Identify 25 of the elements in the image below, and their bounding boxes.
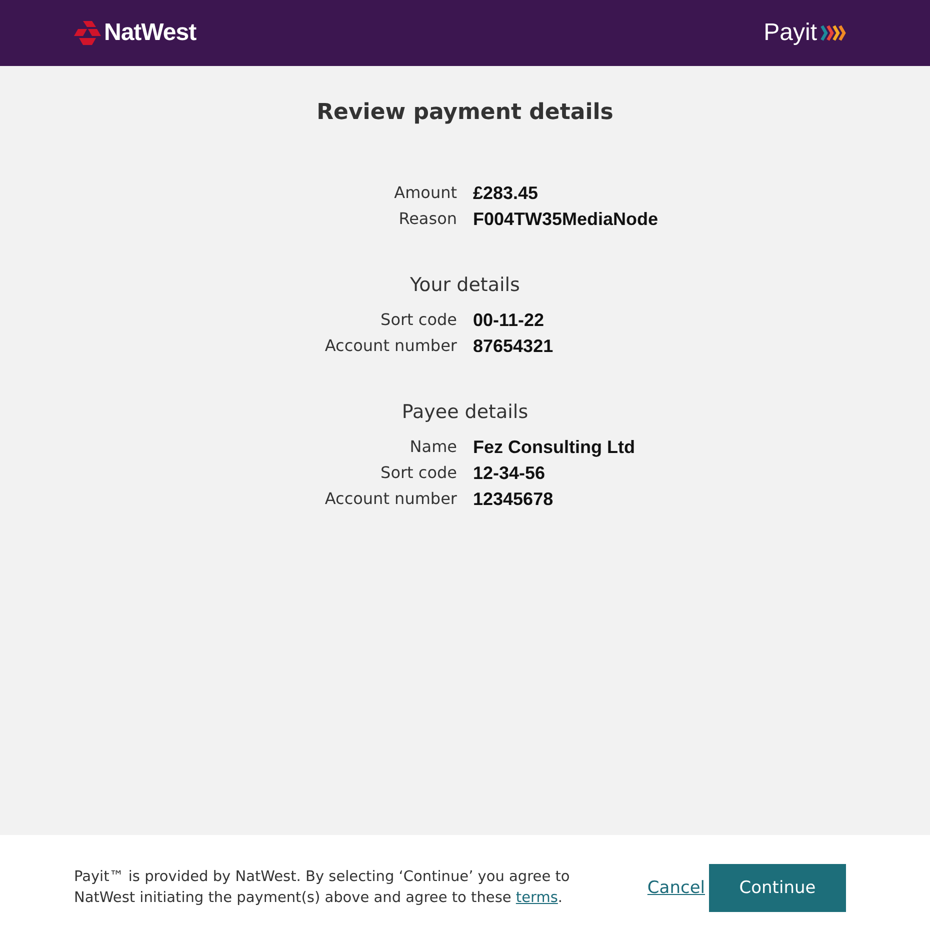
chevrons-icon [820, 24, 846, 42]
section-heading: Payee details [400, 401, 530, 423]
field-label: Name [408, 437, 457, 458]
field-value: F004TW35MediaNode [473, 209, 660, 230]
field-label: Sort code [380, 463, 457, 484]
section-heading: Your details [409, 274, 521, 296]
field-label: Amount [393, 183, 457, 204]
field-value: 87654321 [473, 336, 554, 357]
service-name: Payit [764, 19, 817, 47]
terms-link[interactable]: terms [516, 890, 558, 906]
cancel-link[interactable]: Cancel [647, 878, 705, 898]
page-title: Review payment details [316, 100, 614, 125]
field-value: 12-34-56 [473, 463, 546, 484]
field-value: 00-11-22 [473, 310, 546, 331]
continue-button[interactable]: Continue [709, 864, 846, 912]
field-label: Account number [324, 489, 457, 510]
field-label: Sort code [380, 310, 457, 331]
bank-name: NatWest [104, 19, 196, 47]
logo-icon [74, 21, 101, 45]
notice-text: Payit™ is provided by NatWest. By selecting ‘Continue’ you agree to NatWest initiating the payment(s) above and agree to these terms. [74, 868, 571, 908]
field-value: Fez Consulting Ltd [473, 437, 636, 458]
field-value: 12345678 [473, 489, 554, 510]
field-label: Account number [324, 336, 457, 357]
field-label: Reason [398, 209, 457, 230]
field-value: £283.45 [473, 183, 540, 204]
